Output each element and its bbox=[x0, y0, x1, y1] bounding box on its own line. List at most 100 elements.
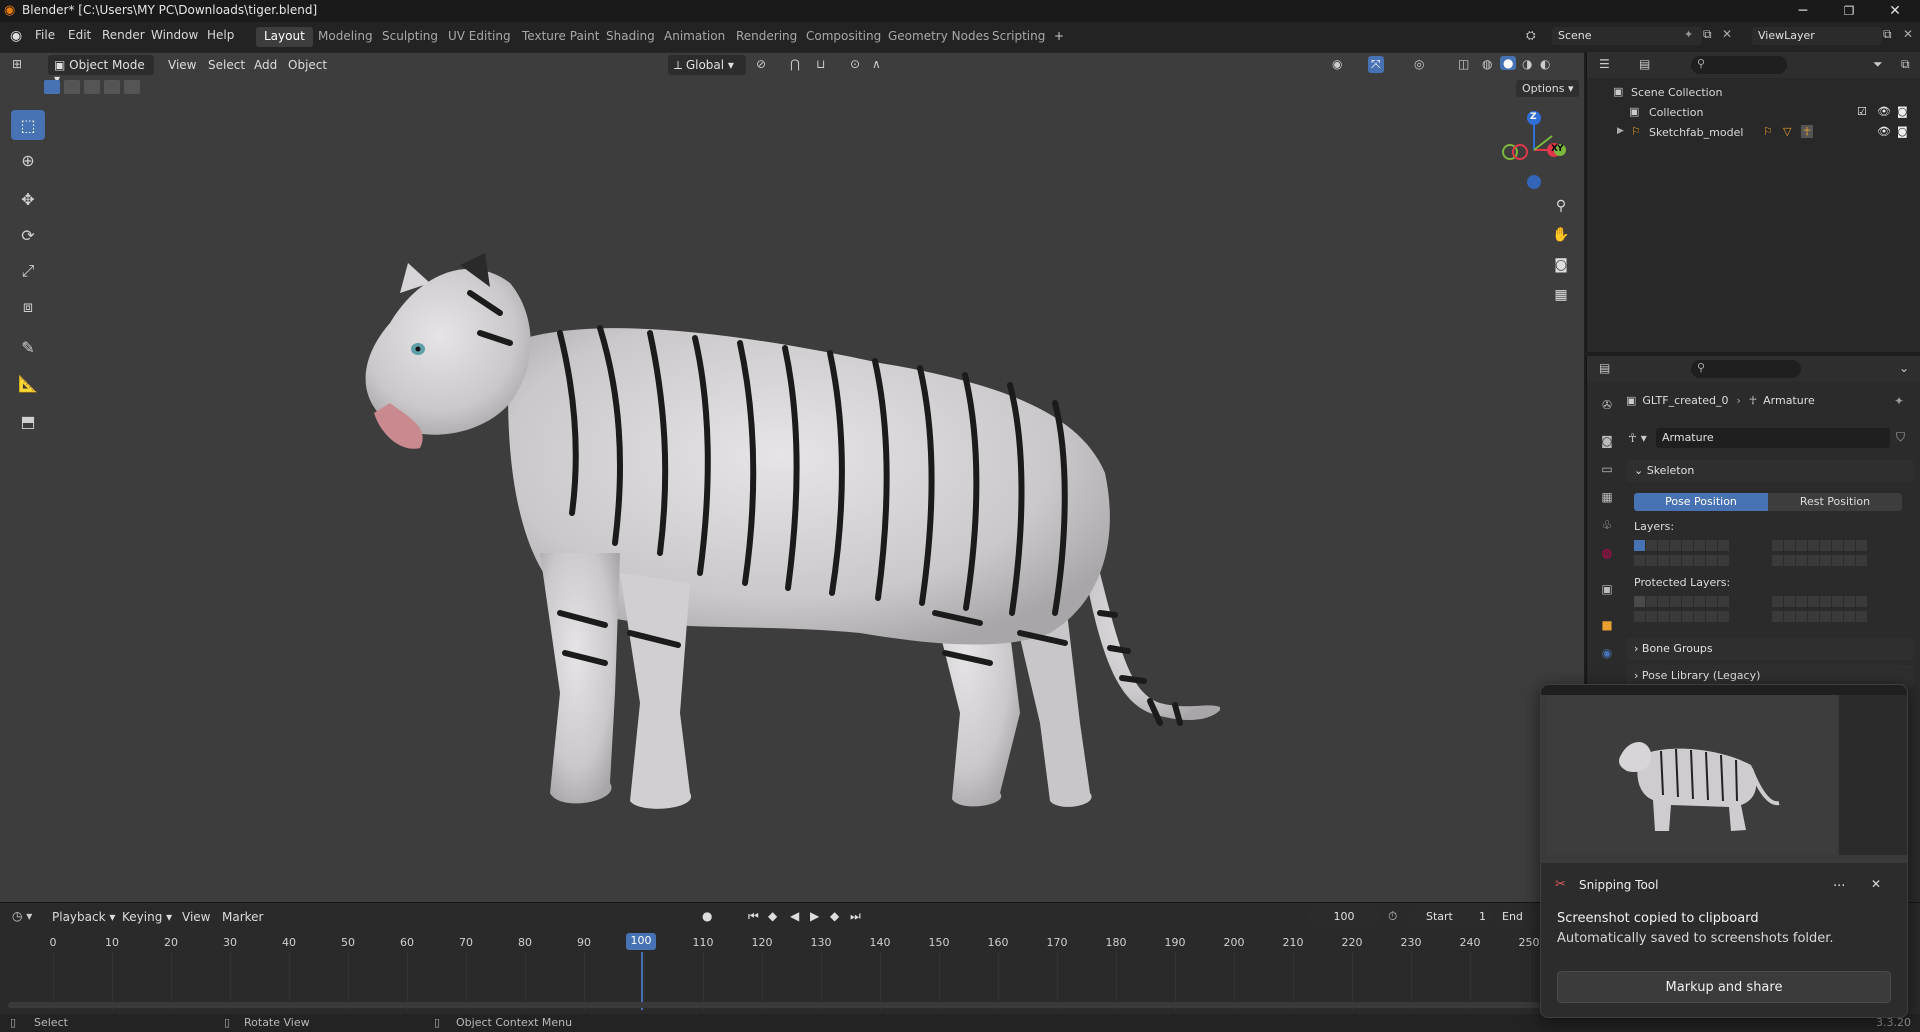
snap-icon[interactable]: ⋂ bbox=[790, 57, 800, 71]
bone-groups-panel-header[interactable]: › Bone Groups bbox=[1626, 638, 1914, 660]
markup-and-share-button[interactable]: Markup and share bbox=[1557, 971, 1891, 1003]
wireframe-shading-icon[interactable]: ◍ bbox=[1482, 57, 1492, 71]
new-viewlayer-icon[interactable]: ⧉ bbox=[1883, 27, 1892, 42]
world-tab-icon[interactable]: ◍ bbox=[1596, 542, 1618, 564]
chevron-down-icon[interactable]: ⌄ bbox=[1899, 361, 1909, 375]
outliner-row-collection[interactable]: ▣ Collection ☑ 👁 ◙ bbox=[1587, 102, 1920, 122]
orientation-dropdown[interactable]: ⟂ Global ▾ bbox=[668, 55, 746, 75]
viewport-menu-add[interactable]: Add bbox=[254, 58, 277, 72]
play-icon[interactable]: ▶ bbox=[810, 909, 819, 923]
jump-end-icon[interactable]: ⏭ bbox=[850, 909, 861, 924]
pan-button[interactable]: ✋ bbox=[1548, 222, 1574, 248]
snipping-tool-notification[interactable]: ✂ Snipping Tool ... ✕ Screenshot copied … bbox=[1540, 684, 1908, 1018]
viewlayer-field[interactable]: ViewLayer bbox=[1752, 27, 1882, 45]
tab-rendering[interactable]: Rendering bbox=[728, 27, 805, 47]
visibility-icon[interactable]: ◉ bbox=[1332, 57, 1342, 71]
menu-file[interactable]: File bbox=[35, 28, 55, 42]
tab-texture-paint[interactable]: Texture Paint bbox=[514, 27, 607, 47]
next-keyframe-icon[interactable]: ◆ bbox=[830, 909, 839, 923]
camera-view-button[interactable]: ◙ bbox=[1548, 252, 1574, 278]
annotate-tool[interactable]: ✎ bbox=[11, 332, 45, 362]
tab-compositing[interactable]: Compositing bbox=[798, 27, 889, 47]
tab-uv-editing[interactable]: UV Editing bbox=[440, 27, 519, 47]
tab-sculpting[interactable]: Sculpting bbox=[374, 27, 446, 47]
pin-icon[interactable]: ✦ bbox=[1894, 394, 1904, 408]
new-collection-icon[interactable]: ⧉ bbox=[1901, 57, 1910, 72]
falloff-icon[interactable]: ∧ bbox=[872, 57, 881, 71]
tab-geometry-nodes[interactable]: Geometry Nodes bbox=[880, 27, 997, 47]
zoom-button[interactable]: ⚲ bbox=[1548, 193, 1574, 219]
object-tab-icon[interactable]: ■ bbox=[1596, 614, 1618, 636]
pin-icon[interactable]: ✦ bbox=[1684, 28, 1693, 41]
overlay-icon[interactable]: ◎ bbox=[1414, 57, 1424, 71]
new-scene-icon[interactable]: ⧉ bbox=[1703, 27, 1712, 42]
add-workspace-button[interactable]: + bbox=[1046, 27, 1072, 47]
prev-keyframe-icon[interactable]: ◆ bbox=[768, 909, 777, 923]
timeline-scrollbar[interactable] bbox=[8, 1002, 1540, 1008]
armature-data-icon[interactable]: ☥ ▾ bbox=[1628, 431, 1647, 445]
display-mode-icon[interactable]: ▤ bbox=[1639, 57, 1650, 71]
minimize-icon[interactable]: ─ bbox=[1780, 0, 1826, 22]
expand-arrow-icon[interactable]: ▶ bbox=[1617, 126, 1624, 136]
select-extend-icon[interactable] bbox=[64, 80, 80, 94]
collection-tab-icon[interactable]: ▣ bbox=[1596, 578, 1618, 600]
move-tool[interactable]: ✥ bbox=[11, 184, 45, 214]
snap-target-icon[interactable]: ⊔ bbox=[816, 57, 825, 71]
delete-scene-icon[interactable]: ✕ bbox=[1722, 27, 1732, 41]
outliner-row-scene-collection[interactable]: ▣ Scene Collection bbox=[1587, 82, 1920, 102]
fake-user-icon[interactable]: ⛉ bbox=[1896, 430, 1905, 445]
rest-position-button[interactable]: Rest Position bbox=[1768, 493, 1902, 511]
scene-field[interactable]: Scene bbox=[1552, 27, 1702, 45]
jump-start-icon[interactable]: ⏮ bbox=[748, 909, 759, 924]
gizmo-toggle-icon[interactable]: ⤧ bbox=[1368, 56, 1384, 73]
properties-editor-icon[interactable]: ▤ bbox=[1599, 361, 1610, 375]
play-reverse-icon[interactable]: ◀ bbox=[790, 909, 799, 923]
rotate-tool[interactable]: ⟳ bbox=[11, 220, 45, 250]
select-invert-icon[interactable] bbox=[104, 80, 120, 94]
properties-search-input[interactable]: ⚲ bbox=[1691, 360, 1801, 378]
render-camera-icon[interactable]: ◙ bbox=[1897, 105, 1908, 118]
measure-tool[interactable]: 📐 bbox=[11, 368, 45, 398]
tiger-model[interactable] bbox=[360, 253, 1220, 853]
timeline-view-menu[interactable]: View bbox=[182, 910, 210, 924]
transform-tool[interactable]: ⧈ bbox=[11, 292, 45, 322]
rendered-shading-icon[interactable]: ◐ bbox=[1540, 57, 1550, 71]
outliner[interactable]: ☰ ▤ ⚲ ⏷ ⧉ ▣ Scene Collection ▣ Collectio… bbox=[1586, 52, 1920, 352]
solid-shading-icon[interactable]: ● bbox=[1500, 56, 1517, 70]
mode-dropdown[interactable]: ▣ Object Mode ▾ bbox=[48, 55, 154, 86]
select-intersect-icon[interactable] bbox=[124, 80, 140, 94]
viewport-menu-select[interactable]: Select bbox=[208, 58, 245, 72]
select-new-icon[interactable] bbox=[44, 80, 60, 94]
menu-window[interactable]: Window bbox=[151, 28, 198, 42]
view-layer-tab-icon[interactable]: ▦ bbox=[1596, 486, 1618, 508]
delete-viewlayer-icon[interactable]: ✕ bbox=[1903, 27, 1913, 41]
eye-icon[interactable]: 👁 bbox=[1877, 125, 1891, 138]
playhead-frame-badge[interactable]: 100 bbox=[626, 933, 656, 950]
menu-help[interactable]: Help bbox=[207, 28, 234, 42]
outliner-editor-icon[interactable]: ☰ bbox=[1599, 57, 1610, 71]
blender-menu-icon[interactable]: ◉ bbox=[10, 28, 22, 44]
tool-tab-icon[interactable]: ✇ bbox=[1596, 394, 1618, 416]
close-icon[interactable]: ✕ bbox=[1872, 0, 1918, 22]
scene-icon[interactable]: ⛭ bbox=[1526, 28, 1536, 43]
navigation-gizmo[interactable] bbox=[1496, 106, 1580, 192]
current-frame-field[interactable]: 100 bbox=[1308, 908, 1380, 928]
physics-tab-icon[interactable]: ◉ bbox=[1596, 642, 1618, 664]
cursor-tool[interactable]: ⊕ bbox=[11, 145, 45, 175]
material-shading-icon[interactable]: ◑ bbox=[1522, 57, 1532, 71]
layers-grid-left[interactable] bbox=[1634, 540, 1760, 566]
protected-layers-grid-right[interactable] bbox=[1772, 596, 1902, 622]
eye-icon[interactable]: 👁 bbox=[1877, 105, 1891, 118]
screenshot-thumbnail[interactable] bbox=[1541, 685, 1907, 863]
close-icon[interactable]: ✕ bbox=[1871, 877, 1881, 891]
pose-position-button[interactable]: Pose Position bbox=[1634, 493, 1768, 511]
perspective-toggle-button[interactable]: ▦ bbox=[1548, 282, 1574, 308]
render-tab-icon[interactable]: ◙ bbox=[1596, 430, 1618, 452]
select-box-tool[interactable]: ⬚ bbox=[11, 110, 45, 140]
armature-name-field[interactable]: Armature bbox=[1656, 428, 1890, 448]
playback-menu[interactable]: Playback ▾ bbox=[52, 910, 115, 924]
protected-layer-cell-active[interactable] bbox=[1634, 596, 1645, 607]
exclude-checkbox[interactable]: ☑ bbox=[1857, 105, 1867, 118]
start-frame-field[interactable]: Start 1 bbox=[1408, 908, 1492, 928]
scene-tab-icon[interactable]: ♧ bbox=[1596, 514, 1618, 536]
